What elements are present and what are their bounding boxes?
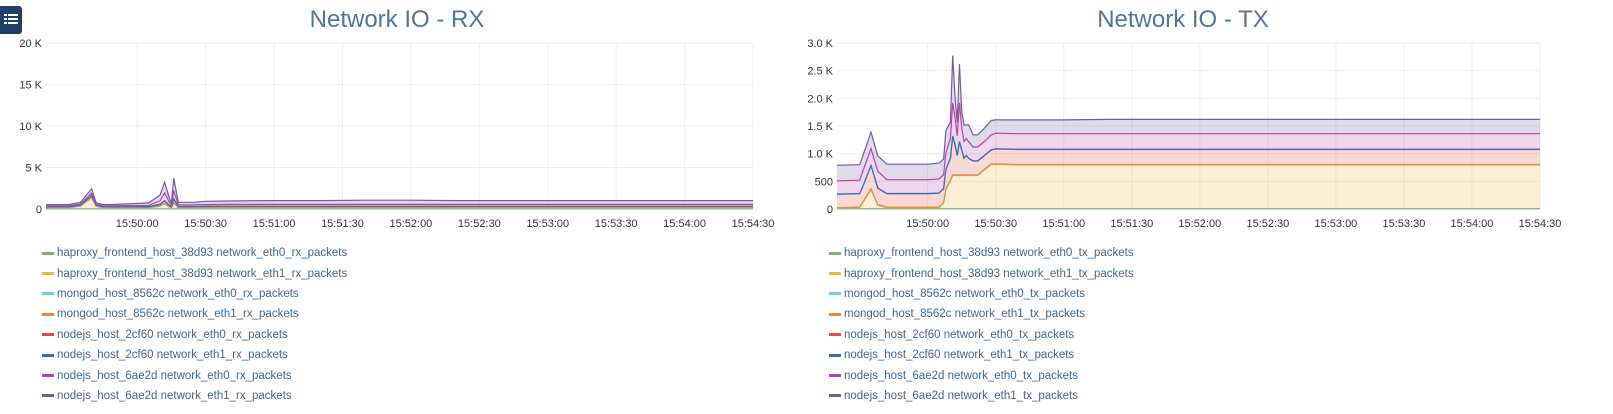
legend-label: nodejs_host_6ae2d network_eth0_tx_packet… xyxy=(844,369,1079,382)
legend-item[interactable]: mongod_host_8562c network_eth0_tx_packet… xyxy=(829,284,1134,304)
rx-chart: 0 5 K 10 K 15 K 20 K 15:50:00 15:50:30 15:51:00… xyxy=(19,38,775,230)
legend-swatch xyxy=(42,292,54,296)
x-tick-label: 15:51:00 xyxy=(253,218,296,230)
legend-item[interactable]: nodejs_host_2cf60 network_eth0_rx_packet… xyxy=(42,325,347,345)
x-tick-label: 15:54:00 xyxy=(663,218,706,230)
legend-item[interactable]: mongod_host_8562c network_eth0_rx_packet… xyxy=(42,284,347,304)
y-tick-label: 2.5 K xyxy=(807,66,833,78)
legend-item[interactable]: haproxy_frontend_host_38d93 network_eth1… xyxy=(42,263,347,283)
x-tick-label: 15:50:00 xyxy=(116,218,159,230)
tx-chart-panel: Network IO - TX 0 500 1.0 K 1.5 K 2.0 K 2.5 K… xyxy=(787,0,1613,414)
legend-swatch xyxy=(42,353,54,357)
y-tick-label: 500 xyxy=(815,176,833,188)
legend-label: nodejs_host_2cf60 network_eth1_tx_packet… xyxy=(844,349,1075,362)
legend-item[interactable]: haproxy_frontend_host_38d93 network_eth0… xyxy=(829,243,1134,263)
legend-swatch xyxy=(42,394,54,398)
x-tick-label: 15:51:30 xyxy=(1110,218,1153,230)
x-tick-label: 15:50:30 xyxy=(974,218,1017,230)
y-tick-label: 0 xyxy=(827,204,833,216)
x-tick-label: 15:50:00 xyxy=(906,218,949,230)
legend-swatch xyxy=(829,292,841,296)
y-tick-label: 0 xyxy=(36,204,42,216)
tx-chart-legend: haproxy_frontend_host_38d93 network_eth0… xyxy=(829,243,1134,406)
series-line xyxy=(46,177,753,206)
x-tick-label: 15:51:30 xyxy=(321,218,364,230)
x-tick-label: 15:53:00 xyxy=(1314,218,1357,230)
legend-item[interactable]: nodejs_host_2cf60 network_eth1_tx_packet… xyxy=(829,345,1134,365)
x-tick-label: 15:52:30 xyxy=(1246,218,1289,230)
legend-label: mongod_host_8562c network_eth1_tx_packet… xyxy=(844,308,1086,321)
legend-item[interactable]: mongod_host_8562c network_eth1_rx_packet… xyxy=(42,304,347,324)
legend-label: mongod_host_8562c network_eth1_rx_packet… xyxy=(57,308,299,321)
legend-label: haproxy_frontend_host_38d93 network_eth1… xyxy=(57,267,348,280)
legend-label: nodejs_host_6ae2d network_eth0_rx_packet… xyxy=(57,369,292,382)
y-tick-label: 15 K xyxy=(19,80,42,92)
legend-swatch xyxy=(829,333,841,337)
series-area xyxy=(46,178,753,206)
legend-swatch xyxy=(42,374,54,378)
legend-swatch xyxy=(42,333,54,337)
y-tick-label: 10 K xyxy=(19,121,42,133)
y-tick-label: 20 K xyxy=(19,38,42,50)
legend-label: nodejs_host_2cf60 network_eth0_rx_packet… xyxy=(57,328,288,341)
x-tick-label: 15:54:00 xyxy=(1451,218,1494,230)
legend-label: nodejs_host_6ae2d network_eth1_tx_packet… xyxy=(844,389,1079,402)
y-tick-label: 2.0 K xyxy=(807,93,833,105)
x-tick-label: 15:52:00 xyxy=(1178,218,1221,230)
x-tick-label: 15:54:30 xyxy=(732,218,775,230)
x-tick-label: 15:50:30 xyxy=(184,218,227,230)
x-tick-label: 15:52:00 xyxy=(389,218,432,230)
legend-label: haproxy_frontend_host_38d93 network_eth0… xyxy=(57,247,348,260)
x-tick-label: 15:52:30 xyxy=(458,218,501,230)
y-tick-label: 1.0 K xyxy=(807,149,833,161)
x-tick-label: 15:51:00 xyxy=(1042,218,1085,230)
legend-item[interactable]: haproxy_frontend_host_38d93 network_eth1… xyxy=(829,263,1134,283)
legend-swatch xyxy=(42,312,54,316)
legend-item[interactable]: nodejs_host_2cf60 network_eth0_tx_packet… xyxy=(829,325,1134,345)
legend-swatch xyxy=(829,312,841,316)
y-tick-label: 5 K xyxy=(25,163,42,175)
legend-swatch xyxy=(829,374,841,378)
x-tick-label: 15:53:30 xyxy=(1383,218,1426,230)
y-tick-label: 1.5 K xyxy=(807,121,833,133)
legend-label: nodejs_host_6ae2d network_eth1_rx_packet… xyxy=(57,389,292,402)
x-tick-label: 15:53:00 xyxy=(526,218,569,230)
legend-swatch xyxy=(829,272,841,276)
x-tick-label: 15:54:30 xyxy=(1519,218,1562,230)
legend-label: nodejs_host_2cf60 network_eth0_tx_packet… xyxy=(844,328,1075,341)
legend-item[interactable]: nodejs_host_6ae2d network_eth1_tx_packet… xyxy=(829,386,1134,406)
legend-label: mongod_host_8562c network_eth0_rx_packet… xyxy=(57,287,299,300)
legend-label: mongod_host_8562c network_eth0_tx_packet… xyxy=(844,287,1086,300)
legend-item[interactable]: nodejs_host_6ae2d network_eth0_rx_packet… xyxy=(42,365,347,385)
legend-item[interactable]: nodejs_host_6ae2d network_eth1_rx_packet… xyxy=(42,386,347,406)
tx-chart: 0 500 1.0 K 1.5 K 2.0 K 2.5 K 3.0 K 15:50:00 15:… xyxy=(807,38,1562,230)
legend-swatch xyxy=(42,272,54,276)
legend-item[interactable]: nodejs_host_2cf60 network_eth1_rx_packet… xyxy=(42,345,347,365)
x-tick-label: 15:53:30 xyxy=(595,218,638,230)
legend-label: nodejs_host_2cf60 network_eth1_rx_packet… xyxy=(57,349,288,362)
legend-swatch xyxy=(42,251,54,255)
legend-item[interactable]: mongod_host_8562c network_eth1_tx_packet… xyxy=(829,304,1134,324)
legend-label: haproxy_frontend_host_38d93 network_eth1… xyxy=(844,267,1134,280)
legend-item[interactable]: haproxy_frontend_host_38d93 network_eth0… xyxy=(42,243,347,263)
legend-swatch xyxy=(829,353,841,357)
legend-item[interactable]: nodejs_host_6ae2d network_eth0_tx_packet… xyxy=(829,365,1134,385)
y-tick-label: 3.0 K xyxy=(807,38,833,50)
legend-swatch xyxy=(829,394,841,398)
rx-chart-panel: Network IO - RX 05 K 10 K 15 K 20 K 15:50:00… xyxy=(0,0,800,414)
legend-label: haproxy_frontend_host_38d93 network_eth0… xyxy=(844,247,1134,260)
rx-chart-legend: haproxy_frontend_host_38d93 network_eth0… xyxy=(42,243,347,406)
legend-swatch xyxy=(829,251,841,255)
